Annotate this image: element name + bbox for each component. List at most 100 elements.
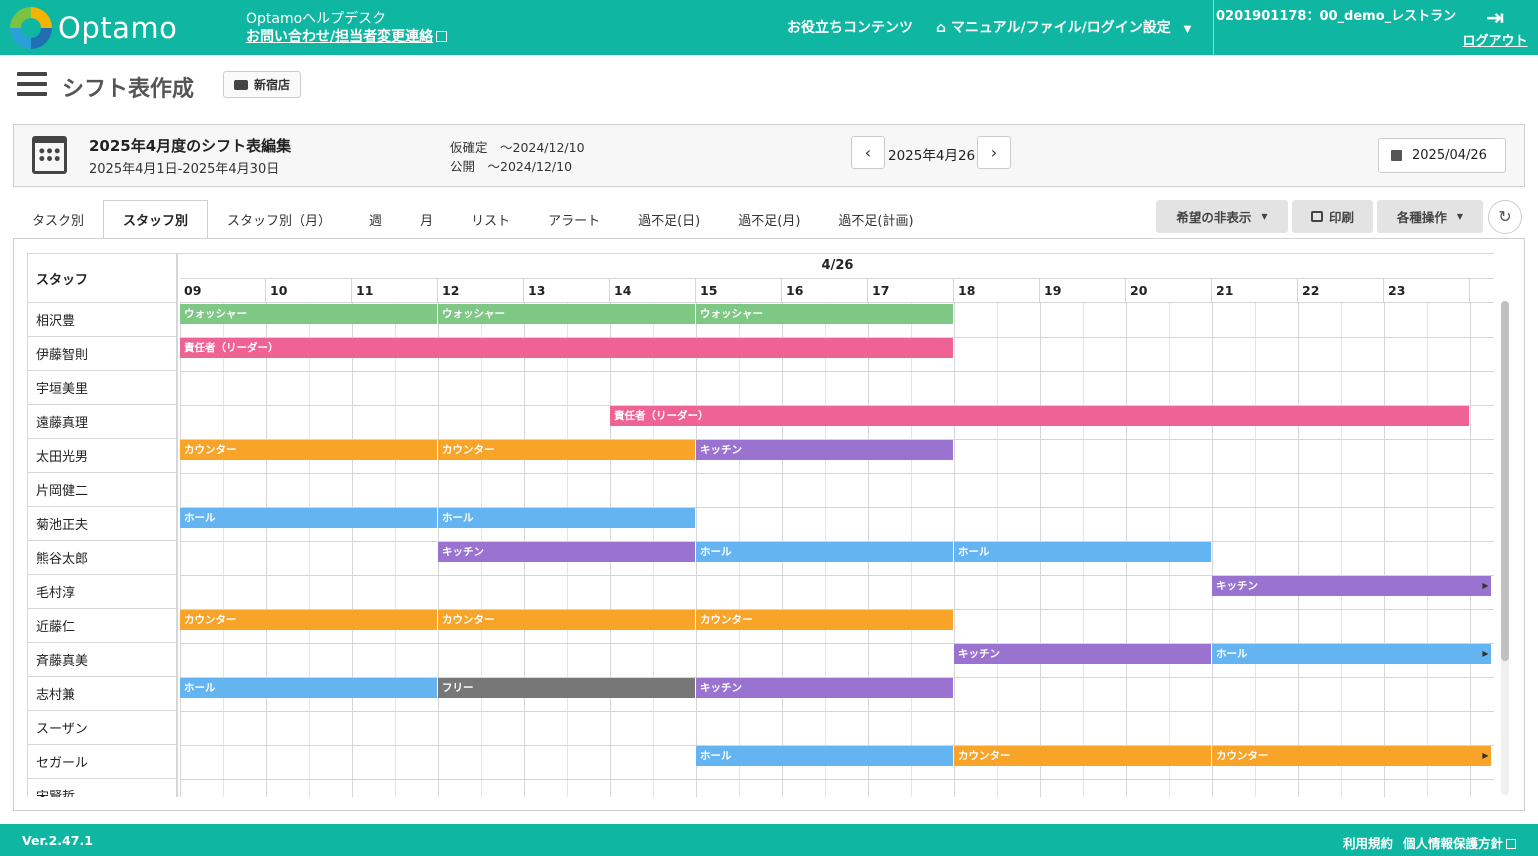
operations-button[interactable]: 各種操作 ▼ [1377, 200, 1483, 233]
external-link-icon [1506, 839, 1516, 849]
shift-bar-label: カウンター [442, 614, 495, 626]
shift-bar[interactable]: キッチン [438, 542, 696, 562]
grid-vline [1212, 303, 1213, 797]
shift-bar[interactable]: カウンター [438, 440, 696, 460]
hour-header: 13 [524, 279, 610, 303]
refresh-icon: ↻ [1498, 207, 1512, 226]
hour-header: 10 [266, 279, 352, 303]
shift-bar[interactable]: キッチン [954, 644, 1212, 664]
hide-wishes-button[interactable]: 希望の非表示 ▼ [1156, 200, 1288, 233]
store-icon [234, 79, 248, 90]
top-bar: Optamo Optamoヘルプデスク お問い合わせ/担当者変更連絡 お役立ちコ… [0, 0, 1538, 55]
tab-7[interactable]: 過不足(日) [619, 200, 719, 239]
shift-bar[interactable]: 責任者（リーダー） [180, 338, 954, 358]
hour-header: 15 [696, 279, 782, 303]
staff-row[interactable]: 毛村淳 [28, 575, 176, 609]
prev-day-button[interactable]: ‹ [851, 136, 885, 169]
tab-6[interactable]: アラート [529, 200, 619, 239]
tab-5[interactable]: リスト [452, 200, 529, 239]
staff-row[interactable]: 相沢豊 [28, 303, 176, 337]
staff-row[interactable]: スーザン [28, 711, 176, 745]
grid-scrollbar[interactable] [1501, 301, 1509, 795]
logout-button[interactable]: ⇥ ログアウト [1462, 8, 1528, 50]
privacy-link[interactable]: 個人情報保護方針 [1403, 833, 1516, 852]
grid-vline [266, 303, 267, 797]
staff-row[interactable]: 遠藤真理 [28, 405, 176, 439]
staff-row[interactable]: 伊藤智則 [28, 337, 176, 371]
date-picker-input[interactable]: 2025/04/26 [1378, 138, 1506, 173]
grid-vline [1427, 303, 1428, 797]
shift-bar[interactable]: ホール [696, 542, 954, 562]
shift-bar[interactable]: ウォッシャー [438, 304, 696, 324]
shift-bar[interactable]: カウンター [180, 440, 438, 460]
staff-row[interactable]: 近藤仁 [28, 609, 176, 643]
terms-link[interactable]: 利用規約 [1343, 833, 1393, 852]
shift-bar[interactable]: 責任者（リーダー） [610, 406, 1470, 426]
hour-header: 16 [782, 279, 868, 303]
helpdesk: Optamoヘルプデスク お問い合わせ/担当者変更連絡 [246, 10, 448, 46]
grid-scrollbar-thumb[interactable] [1501, 301, 1509, 661]
hour-header: 19 [1040, 279, 1126, 303]
tab-3[interactable]: 週 [350, 200, 401, 239]
staff-row[interactable]: 斉藤真美 [28, 643, 176, 677]
staff-row[interactable]: 志村兼 [28, 677, 176, 711]
shift-bar[interactable]: カウンター [180, 610, 438, 630]
version-label: Ver.2.47.1 [22, 833, 93, 848]
shift-bar[interactable]: ウォッシャー [696, 304, 954, 324]
helpdesk-contact-link[interactable]: お問い合わせ/担当者変更連絡 [246, 28, 448, 46]
staff-row[interactable]: 宇垣美里 [28, 371, 176, 405]
shift-period-range: 2025年4月1日-2025年4月30日 [89, 162, 280, 177]
hour-header: 09 [180, 279, 266, 303]
tab-1[interactable]: スタッフ別 [103, 200, 209, 239]
tab-8[interactable]: 過不足(月) [719, 200, 819, 239]
staff-row[interactable]: 熊谷太郎 [28, 541, 176, 575]
shift-bar[interactable]: ホール [180, 508, 438, 528]
shift-bar[interactable]: ウォッシャー [180, 304, 438, 324]
staff-row[interactable]: 菊池正夫 [28, 507, 176, 541]
grid-hline [180, 711, 1494, 712]
publish-deadline: 公開 ～2024/12/10 [450, 159, 573, 174]
shift-bar[interactable]: フリー [438, 678, 696, 698]
hour-header: 12 [438, 279, 524, 303]
shift-bar[interactable]: キッチン [696, 678, 954, 698]
continues-right-icon: ▶ [1482, 751, 1489, 760]
shift-bar-label: 責任者（リーダー） [184, 342, 279, 354]
shift-bar[interactable]: ホール [438, 508, 696, 528]
shift-bar[interactable]: キッチン ▶ [1212, 576, 1492, 596]
shift-bar[interactable]: カウンター [696, 610, 954, 630]
staff-row[interactable]: 宋賢哲 [28, 779, 176, 797]
store-button[interactable]: 新宿店 [223, 71, 302, 98]
useful-contents-link[interactable]: お役立ちコンテンツ [787, 17, 913, 37]
staff-row[interactable]: 太田光男 [28, 439, 176, 473]
title-row: シフト表作成 新宿店 [0, 55, 1538, 117]
grid-vline [1255, 303, 1256, 797]
staff-row[interactable]: セガール [28, 745, 176, 779]
refresh-button[interactable]: ↻ [1488, 200, 1522, 234]
grid-vline [223, 303, 224, 797]
print-button[interactable]: 印刷 [1292, 200, 1373, 233]
tab-2[interactable]: スタッフ別（月） [208, 200, 350, 239]
next-day-button[interactable]: › [977, 136, 1011, 169]
shift-bar[interactable]: ホール ▶ [1212, 644, 1492, 664]
staff-row[interactable]: 片岡健二 [28, 473, 176, 507]
tab-4[interactable]: 月 [401, 200, 452, 239]
shift-bar[interactable]: カウンター [438, 610, 696, 630]
shift-bar-label: キッチン [700, 444, 742, 456]
chevron-down-icon: ▼ [1183, 24, 1192, 35]
grid-vline [1298, 303, 1299, 797]
tab-9[interactable]: 過不足(計画) [819, 200, 932, 239]
shift-bar[interactable]: ホール [954, 542, 1212, 562]
hour-header: 11 [352, 279, 438, 303]
manual-menu[interactable]: ⌂ マニュアル/ファイル/ログイン設定 ▼ [936, 17, 1191, 37]
shift-bar[interactable]: キッチン [696, 440, 954, 460]
hamburger-menu-icon[interactable] [17, 72, 47, 96]
shift-bar[interactable]: ホール [696, 746, 954, 766]
shift-bar-label: ホール [700, 546, 732, 558]
shift-bar[interactable]: カウンター ▶ [1212, 746, 1492, 766]
optamo-logo[interactable]: Optamo [10, 7, 177, 49]
shift-bar-label: キッチン [442, 546, 484, 558]
shift-bar[interactable]: カウンター [954, 746, 1212, 766]
tab-0[interactable]: タスク別 [13, 200, 103, 239]
footer-links: 利用規約 個人情報保護方針 [1343, 833, 1516, 852]
shift-bar[interactable]: ホール [180, 678, 438, 698]
